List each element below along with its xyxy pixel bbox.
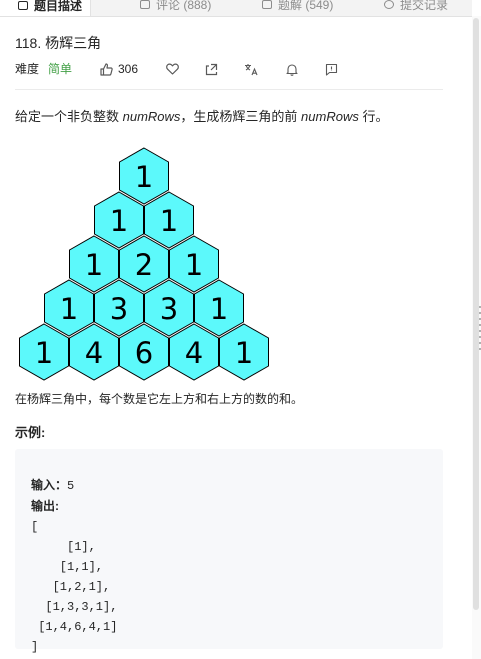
pascal-cell-value: 1 bbox=[135, 160, 153, 194]
tab-comments-label: 评论 (888) bbox=[156, 0, 212, 12]
heart-icon bbox=[165, 63, 179, 75]
comment-icon bbox=[140, 0, 150, 9]
divider bbox=[15, 89, 443, 90]
example-output-label-line: 输出: bbox=[31, 499, 59, 514]
difficulty-badge: 简单 bbox=[48, 62, 73, 76]
statement-suffix: 行。 bbox=[358, 109, 389, 124]
difficulty-label: 难度 bbox=[15, 62, 40, 76]
output-line: [1,2,1], bbox=[31, 580, 111, 594]
pascal-cell-value: 1 bbox=[235, 336, 253, 370]
tab-comments[interactable]: 评论 (888) bbox=[140, 0, 211, 14]
problem-meta-bar: 难度 简单 306 bbox=[15, 61, 445, 77]
tab-description[interactable]: 题目描述 bbox=[0, 0, 92, 16]
output-line: [1,4,6,4,1] bbox=[31, 620, 118, 634]
tab-solutions[interactable]: 题解 (549) bbox=[262, 0, 333, 14]
like-count: 306 bbox=[118, 62, 139, 76]
output-line: [1], bbox=[31, 540, 96, 554]
feedback-button[interactable] bbox=[324, 61, 338, 77]
statement-var-numrows: numRows bbox=[122, 109, 181, 124]
pascal-cell-value: 3 bbox=[160, 292, 178, 326]
pascal-cell-value: 4 bbox=[85, 336, 103, 370]
pascal-cell-value: 1 bbox=[210, 292, 228, 326]
output-line: [ bbox=[31, 520, 39, 534]
pascal-triangle-image: 11 11 2 11 3 3 11 4 6 4 1 bbox=[19, 147, 269, 381]
problem-statement: 给定一个非负整数 numRows，生成杨辉三角的前 numRows 行。 bbox=[15, 106, 388, 125]
pascal-cell-value: 3 bbox=[110, 292, 128, 326]
tab-solutions-label: 题解 (549) bbox=[278, 0, 334, 12]
share-button[interactable] bbox=[204, 61, 218, 77]
document-icon bbox=[18, 0, 28, 10]
pascal-cell-value: 1 bbox=[185, 248, 203, 282]
problem-note: 在杨辉三角中，每个数是它左上方和右上方的数的和。 bbox=[15, 392, 304, 406]
pascal-cell-value: 1 bbox=[160, 204, 178, 238]
pascal-cell-value: 1 bbox=[35, 336, 53, 370]
example-block: 输入：5 输出: [ [1], [1,1], [1,2,1], [1,3,3,1… bbox=[15, 449, 443, 654]
statement-prefix: 给定一个非负整数 bbox=[15, 109, 123, 124]
like-button[interactable] bbox=[99, 61, 113, 77]
input-label: 输入： bbox=[31, 478, 68, 492]
favorite-button[interactable] bbox=[165, 61, 179, 77]
statement-middle: ，生成杨辉三角的前 bbox=[180, 109, 302, 124]
history-icon bbox=[384, 0, 394, 9]
thumbs-up-icon bbox=[99, 62, 113, 76]
share-icon bbox=[205, 63, 217, 75]
tab-description-label: 题目描述 bbox=[34, 0, 83, 13]
example-title: 示例: bbox=[15, 425, 46, 440]
tab-submissions-label: 提交记录 bbox=[400, 0, 449, 12]
translate-button[interactable] bbox=[244, 61, 258, 77]
translate-icon bbox=[245, 63, 258, 75]
output-label: 输出: bbox=[31, 499, 59, 513]
input-value: 5 bbox=[67, 479, 75, 493]
pascal-cell-value: 1 bbox=[110, 204, 128, 238]
pascal-cell-value: 1 bbox=[60, 292, 78, 326]
tab-bar: 题目描述 评论 (888) 题解 (549) 提交记录 bbox=[0, 0, 472, 17]
pascal-cell-value: 1 bbox=[85, 248, 103, 282]
output-line: ] bbox=[31, 640, 39, 654]
feedback-icon bbox=[325, 63, 337, 76]
solution-icon bbox=[262, 0, 272, 9]
notification-button[interactable] bbox=[285, 61, 299, 77]
output-line: [1,1], bbox=[31, 560, 104, 574]
problem-title: 118. 杨辉三角 bbox=[15, 35, 102, 51]
tab-submissions[interactable]: 提交记录 bbox=[384, 0, 448, 14]
output-line: [1,3,3,1], bbox=[31, 600, 118, 614]
bell-icon bbox=[286, 63, 298, 76]
statement-var-numrows-2: numRows bbox=[301, 109, 359, 124]
example-input-line: 输入：5 bbox=[31, 478, 74, 493]
pascal-cell-value: 2 bbox=[135, 248, 153, 282]
pascal-cell-value: 4 bbox=[185, 336, 203, 370]
pascal-cell-value: 6 bbox=[135, 336, 153, 370]
